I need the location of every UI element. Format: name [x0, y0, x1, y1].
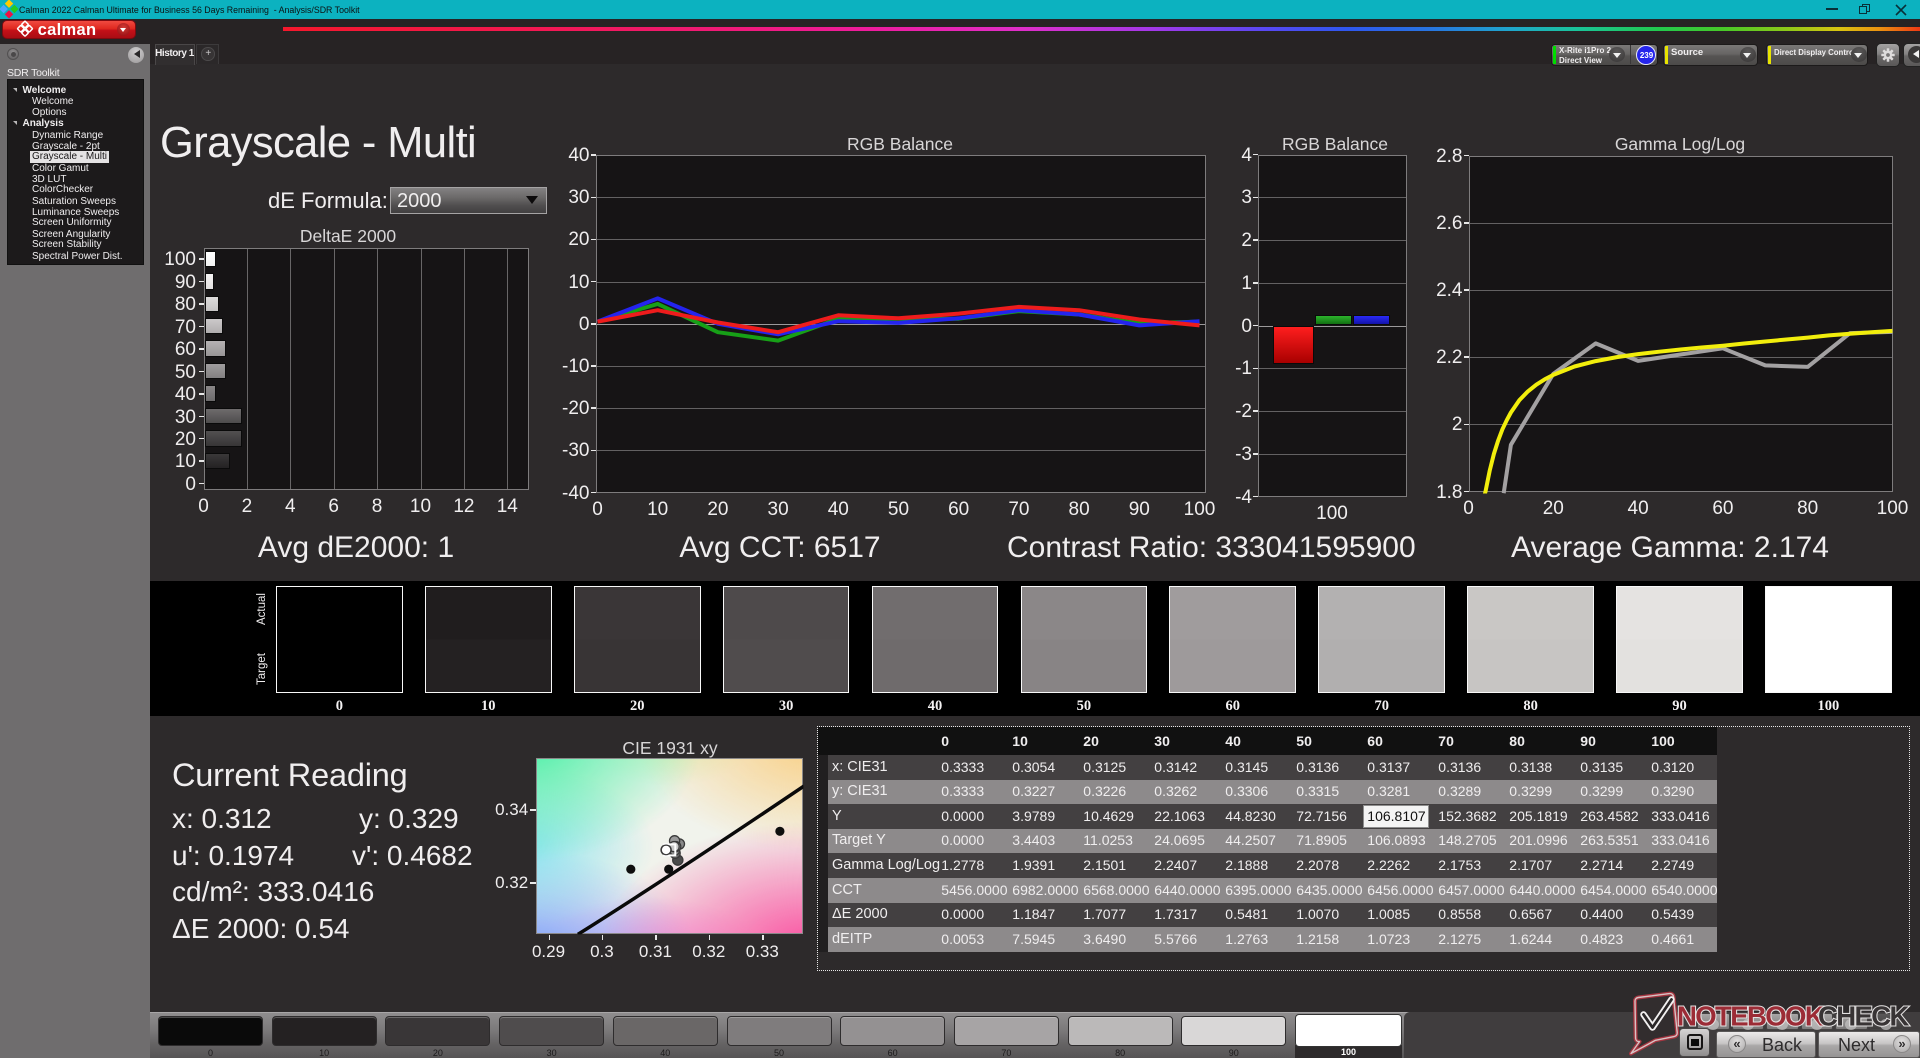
svg-text:CHECK: CHECK	[1818, 1001, 1910, 1032]
svg-text:NOTEBOOK: NOTEBOOK	[1677, 1001, 1825, 1032]
